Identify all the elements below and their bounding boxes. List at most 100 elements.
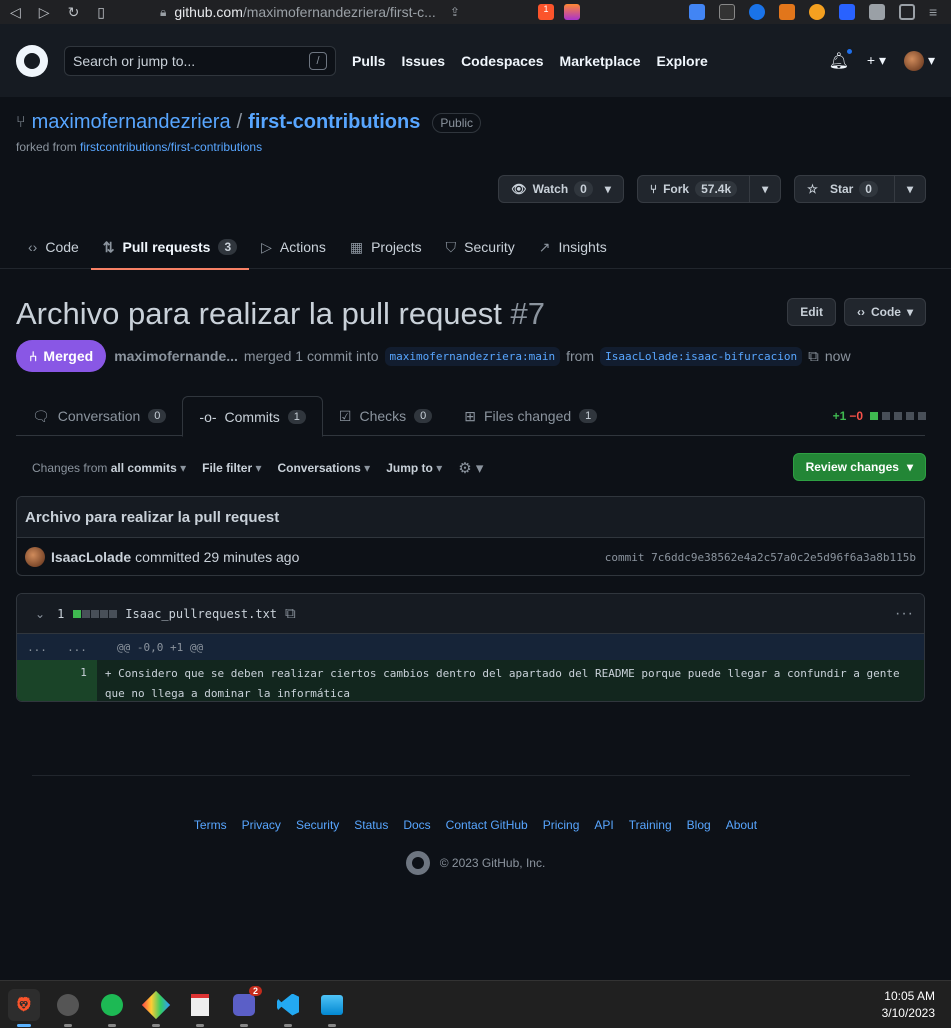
opera-ext-icon[interactable] [749,4,765,20]
footer-link-pricing[interactable]: Pricing [543,818,580,832]
nav-issues[interactable]: Issues [401,53,445,69]
file-name-link[interactable]: Isaac_pullrequest.txt [125,607,277,621]
watch-button[interactable]: 👁︎ Watch 0 ▾ [499,176,623,202]
teams-app-icon[interactable]: 2 [228,985,262,1027]
ext-icon[interactable] [719,4,735,20]
footer-link-privacy[interactable]: Privacy [242,818,281,832]
changes-from-dropdown[interactable]: Changes from all commits ▾ [32,461,186,475]
nav-marketplace[interactable]: Marketplace [560,53,641,69]
brave-shields-icon[interactable]: 1 [538,4,554,20]
line-number[interactable]: 1 [17,660,97,701]
star-button[interactable]: ☆ Star 0 [795,176,894,202]
github-logo-icon[interactable] [16,44,48,77]
warp-app-icon[interactable] [52,989,84,1027]
tab-count: 1 [287,409,306,424]
expand-right[interactable]: ... [57,641,97,654]
tab-conversation[interactable]: 🗨︎ Conversation 0 [16,396,182,436]
review-changes-button[interactable]: Review changes ▾ [792,453,926,481]
nav-explore[interactable]: Explore [656,53,707,69]
user-menu[interactable]: ▾ [903,50,935,71]
commit-info: IsaacLolade committed 29 minutes ago com… [17,538,924,575]
notifications-icon[interactable]: 🔔︎ [829,46,854,71]
footer-link-blog[interactable]: Blog [687,818,711,832]
tab-files-changed[interactable]: ⊞ Files changed 1 [448,396,613,436]
repo-owner-link[interactable]: maximofernandezriera [32,111,231,134]
photos-app-icon[interactable] [316,989,348,1027]
kebab-menu-icon[interactable]: ··· [895,605,914,623]
footer-link-api[interactable]: API [594,818,613,832]
footer-link-security[interactable]: Security [296,818,339,832]
address-bar[interactable]: 🔒︎ github.com/maximofernandezriera/first… [160,4,530,20]
menu-icon[interactable]: ≡ [929,4,945,20]
footer-link-docs[interactable]: Docs [403,818,430,832]
pr-author-link[interactable]: maximofernande... [114,348,238,364]
copy-icon[interactable]: ⧉ [285,605,296,622]
translate-ext-icon[interactable] [689,4,705,20]
repo-name-link[interactable]: first-contributions [248,111,420,134]
commit-sha[interactable]: commit 7c6ddc9e38562e4a2c57a0c2e5d96f6a3… [605,551,916,564]
jump-to-dropdown[interactable]: Jump to ▾ [386,461,442,475]
footer-link-terms[interactable]: Terms [194,818,227,832]
conversations-dropdown[interactable]: Conversations ▾ [277,461,370,475]
spotify-app-icon[interactable] [96,989,128,1027]
nav-codespaces[interactable]: Codespaces [461,53,543,69]
star-dropdown[interactable]: ▾ [893,176,925,202]
star-icon: ☆ [807,182,818,196]
watch-label: Watch [532,182,569,196]
footer-link-status[interactable]: Status [354,818,388,832]
expand-left[interactable]: ... [17,641,57,654]
head-branch[interactable]: IsaacLolade:isaac-bifurcacion [600,346,803,366]
tab-commits[interactable]: -o- Commits 1 [182,396,323,437]
copy-icon[interactable]: ⧉ [808,348,819,365]
fork-dropdown[interactable]: ▾ [749,176,780,202]
notes-app-icon[interactable] [184,989,216,1027]
vscode-app-icon[interactable] [272,989,304,1027]
tab-label: Projects [371,239,422,255]
wallet-icon[interactable] [899,4,915,20]
tab-label: Actions [279,239,326,255]
bookmark-icon[interactable]: ▯ [97,4,105,21]
share-icon[interactable]: ⇪ [450,5,460,19]
github-mark-icon[interactable] [405,851,430,875]
coin-ext-icon[interactable] [809,4,825,20]
running-indicator [17,1023,31,1027]
metamask-ext-icon[interactable] [779,4,795,20]
back-icon[interactable]: ◁ [10,4,21,21]
status-label: Merged [43,348,94,364]
avatar[interactable] [25,547,45,567]
blue-ext-icon[interactable] [839,4,855,20]
gitkraken-app-icon[interactable] [140,989,172,1027]
tab-pull-requests[interactable]: ⇅ Pull requests 3 [90,225,250,270]
footer-link-contact[interactable]: Contact GitHub [446,818,528,832]
footer-link-about[interactable]: About [726,818,757,832]
puzzle-icon[interactable] [869,4,885,20]
settings-gear-icon[interactable]: ⚙ ▾ [458,459,483,477]
tab-actions[interactable]: ▷ Actions [249,225,338,269]
file-diffstat [72,607,118,621]
footer-link-training[interactable]: Training [629,818,672,832]
reload-icon[interactable]: ↻ [68,4,80,21]
fork-button-group: ⑂ Fork 57.4k ▾ [636,175,782,203]
chevron-down-icon: ▾ [604,182,611,196]
tab-security[interactable]: ⛉ Security [434,225,527,269]
commit-author-link[interactable]: IsaacLolade [51,549,131,565]
forked-from-link[interactable]: firstcontributions/first-contributions [80,140,262,154]
watch-button-group: 👁︎ Watch 0 ▾ [498,175,624,203]
forward-icon[interactable]: ▷ [39,4,50,21]
tab-projects[interactable]: ▦ Projects [338,225,434,269]
nav-pulls[interactable]: Pulls [352,53,385,69]
system-clock[interactable]: 10:05 AM 3/10/2023 [882,988,935,1022]
collapse-chevron-icon[interactable]: ⌄ [35,607,45,621]
brave-app-icon[interactable]: 🦁︎ [8,988,40,1027]
tab-code[interactable]: ‹› Code [16,225,91,269]
search-input[interactable]: Search or jump to... / [64,45,336,76]
code-button[interactable]: ‹› Code ▾ [843,298,926,326]
file-filter-dropdown[interactable]: File filter ▾ [202,461,261,475]
create-new-icon[interactable]: + ▾ [867,52,886,69]
base-branch[interactable]: maximofernandezriera:main [384,346,561,366]
tab-checks[interactable]: ☑ Checks 0 [323,396,448,436]
fork-button[interactable]: ⑂ Fork 57.4k [638,176,749,202]
tab-insights[interactable]: ↗ Insights [527,225,619,269]
brave-rewards-icon[interactable] [564,4,580,20]
edit-button[interactable]: Edit [787,298,836,326]
